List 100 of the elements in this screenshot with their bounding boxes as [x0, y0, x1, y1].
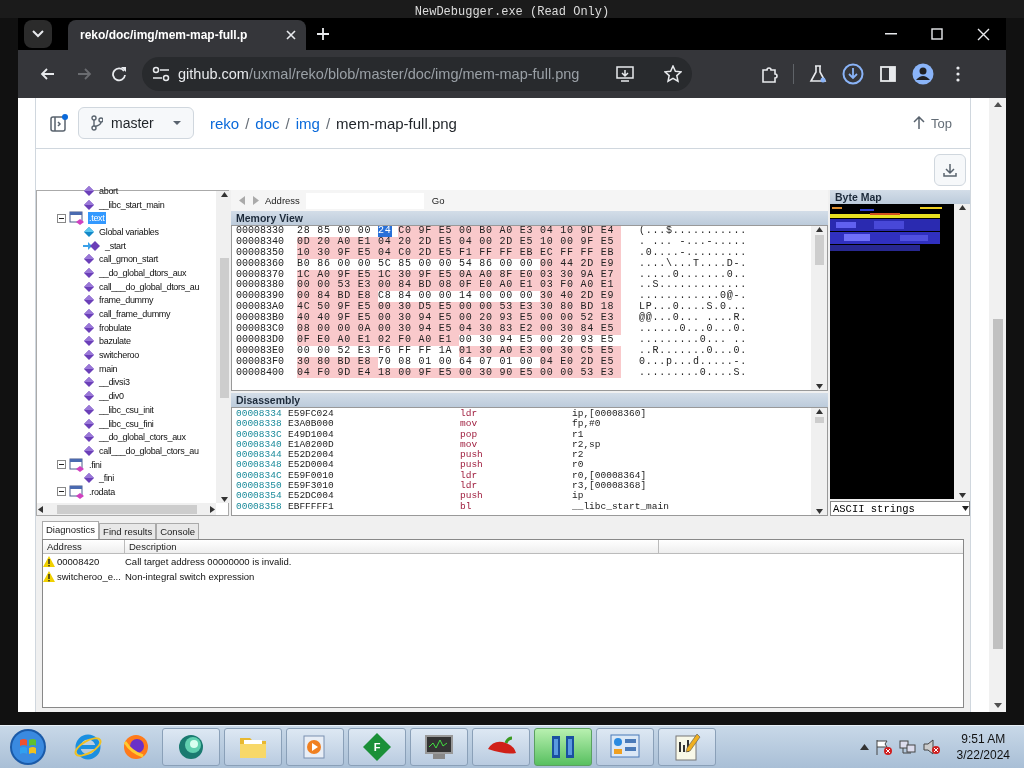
tree-item[interactable]: call___do_global_ctors_au [98, 444, 200, 457]
scroll-down-icon[interactable] [958, 492, 966, 499]
tree-item[interactable]: __libc_csu_fini [98, 417, 155, 430]
hex-bytes[interactable]: 40 40 9F E5 00 30 94 E5 00 20 93 E5 00 00 52 E3 [297, 313, 622, 324]
taskbar-button[interactable] [534, 728, 592, 766]
taskbar-button[interactable]: F [348, 728, 406, 766]
hex-bytes[interactable]: 04 F0 9D E4 18 00 9F E5 00 30 90 E5 00 00 53 E3 [297, 367, 622, 379]
download-icon[interactable] [841, 63, 864, 85]
hex-bytes[interactable]: 01 30 A0 E3 00 30 C5 E5 [459, 345, 622, 357]
hex-bytes[interactable]: C8 84 00 00 14 00 00 00 [378, 291, 541, 303]
download-button[interactable] [934, 153, 966, 186]
tree-item[interactable]: __libc_csu_init [98, 403, 155, 416]
tree-item[interactable]: Global variables [98, 225, 160, 238]
tree-item[interactable]: __divsi3 [98, 376, 131, 389]
tree-item[interactable]: frame_dummy [98, 294, 155, 307]
selected-byte[interactable]: 24 [378, 226, 392, 237]
hex-bytes[interactable]: 00 30 94 E5 00 20 93 E5 [459, 334, 622, 346]
hex-bytes[interactable]: 70 08 01 00 64 07 01 00 [378, 356, 541, 368]
scroll-up-icon[interactable] [220, 191, 228, 198]
tree-item[interactable]: call___do_global_dtors_au [98, 280, 201, 293]
address-bar[interactable]: github.com/uxmal/reko/blob/master/doc/img/mem-map-full.png [142, 57, 692, 91]
panel-tab[interactable]: Console [156, 523, 200, 539]
browser-tab[interactable]: reko/doc/img/mem-map-full.p [68, 20, 306, 50]
tree-item[interactable]: main [98, 362, 119, 375]
tree-item[interactable]: __div0 [98, 390, 125, 403]
scroll-down-icon[interactable] [993, 703, 1002, 708]
profile-icon[interactable] [911, 63, 934, 85]
hex-bytes[interactable]: B0 86 00 00 5C 85 00 00 54 86 00 00 [297, 258, 541, 270]
breadcrumb-link[interactable]: reko [210, 114, 240, 132]
show-hidden-icons-icon[interactable] [859, 744, 869, 750]
scroll-down-icon[interactable] [815, 508, 823, 515]
hex-bytes[interactable]: 00 84 BD E8 [297, 291, 378, 303]
tree-item[interactable]: frobulate [98, 321, 133, 334]
taskbar-button[interactable] [410, 728, 468, 766]
clock[interactable]: 9:51 AM 3/22/2024 [956, 731, 1010, 763]
site-info-icon[interactable] [152, 66, 170, 82]
hex-bytes[interactable]: 30 80 BD E8 [297, 356, 378, 368]
network-icon[interactable] [898, 739, 917, 755]
flask-icon[interactable] [808, 65, 827, 83]
collapse-icon[interactable] [57, 487, 66, 497]
hex-bytes[interactable]: 0F E0 A0 E1 02 F0 A0 E1 [297, 334, 460, 346]
hex-bytes[interactable]: 04 E0 2D E5 [540, 356, 622, 368]
tree-item[interactable]: abort [98, 184, 119, 197]
tree-item[interactable]: __do_global_ctors_aux [98, 431, 187, 444]
panel-tab[interactable]: Diagnostics [42, 521, 100, 539]
tree-item[interactable]: _start [104, 239, 127, 252]
hex-bytes[interactable]: 08 00 00 0A 00 30 94 E5 04 30 83 E2 00 30 84 E5 [297, 324, 622, 335]
hex-bytes[interactable]: 1C A0 9F E5 1C 30 9F E5 0A A0 8F E0 03 30 9A E7 [297, 269, 622, 281]
tab-search-button[interactable] [24, 20, 52, 48]
collapse-icon[interactable] [57, 460, 66, 470]
tree-item[interactable]: .rodata [88, 485, 116, 498]
more-menu-icon[interactable] [955, 66, 960, 82]
scroll-up-icon[interactable] [993, 102, 1002, 107]
scrollbar-thumb[interactable] [219, 258, 229, 398]
breadcrumb-link[interactable]: img [295, 114, 320, 132]
hex-bytes[interactable]: 28 85 00 00 [297, 226, 378, 237]
new-tab-icon[interactable] [316, 27, 330, 41]
tree-item[interactable]: bazulate [98, 335, 132, 348]
scroll-left-icon[interactable] [37, 505, 44, 513]
file-tree-toggle-icon[interactable] [50, 114, 68, 132]
tree-item[interactable]: __do_global_dtors_aux [98, 266, 188, 279]
volume-muted-icon[interactable] [922, 739, 941, 755]
scroll-down-icon[interactable] [220, 496, 228, 503]
branch-button[interactable]: master [78, 107, 194, 139]
scrollbar-thumb[interactable] [814, 417, 824, 423]
column-header[interactable]: Description [125, 540, 659, 553]
taskbar-button[interactable] [658, 728, 716, 766]
hex-bytes[interactable]: 00 44 2D E9 [540, 258, 622, 270]
hex-bytes[interactable]: 00 00 52 E3 F6 FF FF 1A [297, 345, 460, 357]
hex-bytes[interactable]: C0 9F E5 00 B0 A0 E3 04 10 9D E4 [398, 226, 622, 237]
column-header[interactable]: Address [43, 540, 125, 553]
reload-icon[interactable] [111, 66, 129, 82]
hex-bytes[interactable]: 30 40 2D E9 [540, 291, 622, 303]
side-panel-icon[interactable] [879, 66, 896, 82]
hex-bytes[interactable]: 0D 20 A0 E1 04 20 2D E5 04 00 2D E5 10 00 9F E5 [297, 236, 622, 248]
scroll-right-icon[interactable] [209, 505, 216, 513]
collapse-icon[interactable] [57, 213, 66, 223]
scrollbar-thumb[interactable] [814, 235, 824, 265]
hex-bytes[interactable]: 4C 50 9F E5 00 30 D5 E5 00 00 53 E3 30 80 BD 18 [297, 302, 622, 314]
scrollbar-thumb[interactable] [56, 504, 197, 514]
panel-tab[interactable]: Find results [99, 523, 157, 539]
tree-item[interactable]: switcheroo [98, 349, 141, 362]
go-button[interactable]: Go [429, 195, 445, 206]
breadcrumb-link[interactable]: doc [255, 114, 280, 132]
maximize-icon[interactable] [931, 28, 943, 40]
minimize-icon[interactable] [885, 33, 897, 35]
hex-bytes[interactable]: 10 30 9F E5 04 C0 2D E5 F1 FF FF EB EC FF FF EB [297, 247, 622, 259]
tree-item[interactable]: call_frame_dummy [98, 308, 172, 321]
back-icon[interactable] [39, 66, 57, 82]
flag-icon[interactable] [874, 739, 893, 755]
tree-item[interactable]: call_gmon_start [98, 253, 160, 266]
top-button[interactable]: Top [907, 114, 958, 132]
tree-item[interactable]: _fini [98, 472, 115, 485]
close-icon[interactable] [286, 30, 296, 40]
star-icon[interactable] [664, 65, 682, 83]
scrollbar-thumb[interactable] [992, 319, 1003, 649]
hex-bytes[interactable]: 00 00 53 E3 00 84 BD 08 0F E0 A0 E1 03 F0 A0 E1 [297, 280, 622, 292]
scroll-down-icon[interactable] [815, 383, 823, 390]
start-orb-icon[interactable] [8, 727, 48, 767]
tree-item[interactable]: __libc_start_main [98, 198, 166, 211]
